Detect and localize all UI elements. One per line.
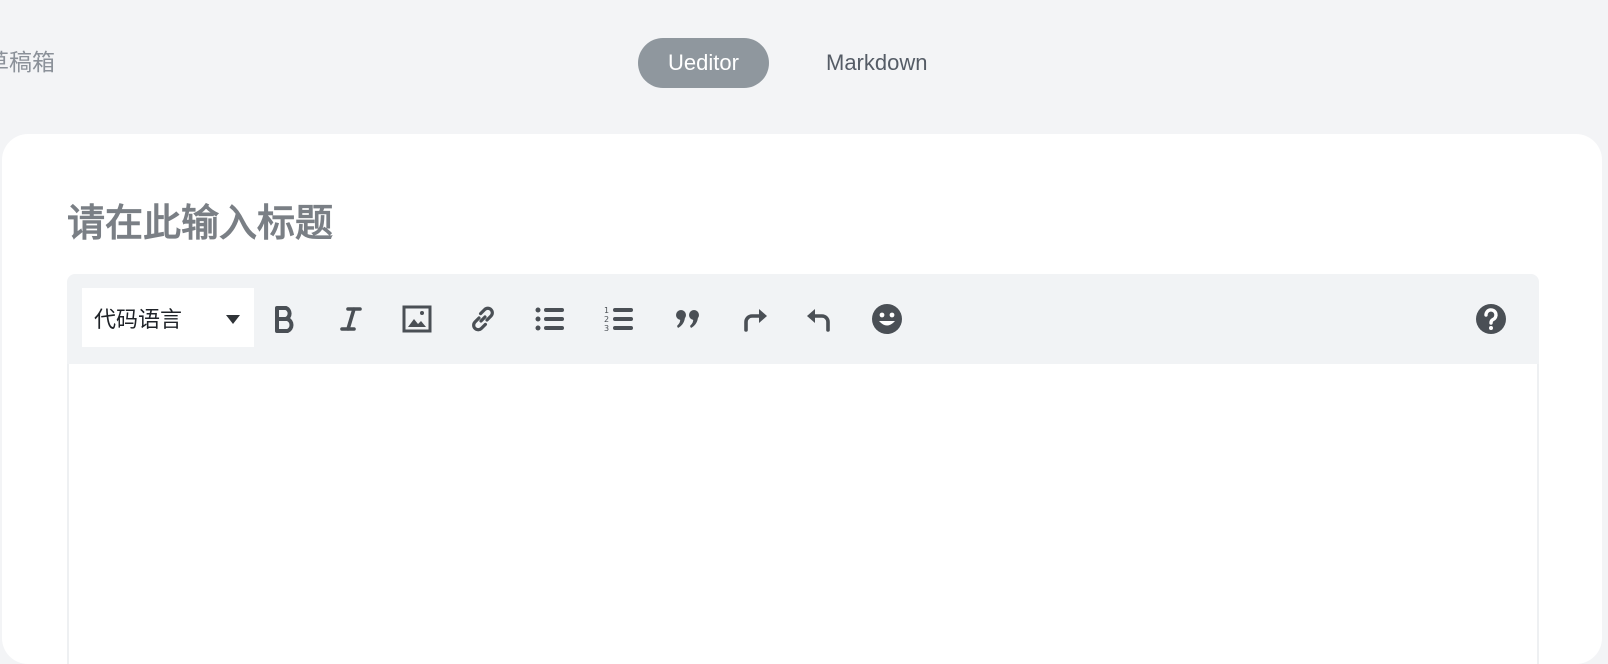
numbered-list-button[interactable]: 1 2 3 bbox=[599, 299, 639, 339]
image-icon bbox=[402, 305, 432, 333]
emoji-button[interactable] bbox=[867, 299, 907, 339]
title-input[interactable] bbox=[67, 196, 967, 250]
numbered-list-icon: 1 2 3 bbox=[604, 306, 633, 333]
editor-mode-switch: Ueditor Markdown bbox=[638, 38, 951, 88]
svg-text:2: 2 bbox=[604, 315, 609, 324]
bold-button[interactable] bbox=[265, 299, 305, 339]
bullet-list-button[interactable] bbox=[530, 299, 570, 339]
emoji-icon bbox=[872, 304, 902, 334]
help-button[interactable] bbox=[1471, 299, 1511, 339]
redo-icon bbox=[744, 309, 767, 332]
italic-button[interactable] bbox=[331, 299, 371, 339]
svg-text:3: 3 bbox=[604, 324, 609, 333]
link-icon bbox=[472, 306, 494, 332]
insert-image-button[interactable] bbox=[397, 299, 437, 339]
undo-icon bbox=[807, 309, 830, 332]
quote-button[interactable] bbox=[668, 299, 708, 339]
italic-icon bbox=[340, 307, 362, 331]
help-icon bbox=[1476, 304, 1506, 334]
undo-button[interactable] bbox=[799, 299, 839, 339]
tab-ueditor[interactable]: Ueditor bbox=[638, 38, 769, 88]
svg-text:1: 1 bbox=[604, 306, 609, 315]
editor-card: 代码语言 bbox=[2, 134, 1602, 664]
editor-toolbar: 代码语言 1 2 3 bbox=[67, 274, 1539, 364]
code-language-select[interactable]: 代码语言 bbox=[82, 288, 254, 347]
insert-link-button[interactable] bbox=[463, 299, 503, 339]
code-language-label: 代码语言 bbox=[94, 307, 183, 333]
chevron-down-icon bbox=[226, 315, 240, 324]
redo-button[interactable] bbox=[735, 299, 775, 339]
editor-content-area[interactable] bbox=[67, 364, 1539, 664]
bullet-list-icon bbox=[535, 307, 564, 331]
tab-markdown[interactable]: Markdown bbox=[802, 38, 951, 88]
bold-icon bbox=[275, 306, 294, 333]
drafts-link[interactable]: 草稿箱 bbox=[0, 46, 55, 80]
top-bar: 草稿箱 Ueditor Markdown bbox=[0, 0, 1608, 130]
quote-icon bbox=[676, 310, 699, 328]
